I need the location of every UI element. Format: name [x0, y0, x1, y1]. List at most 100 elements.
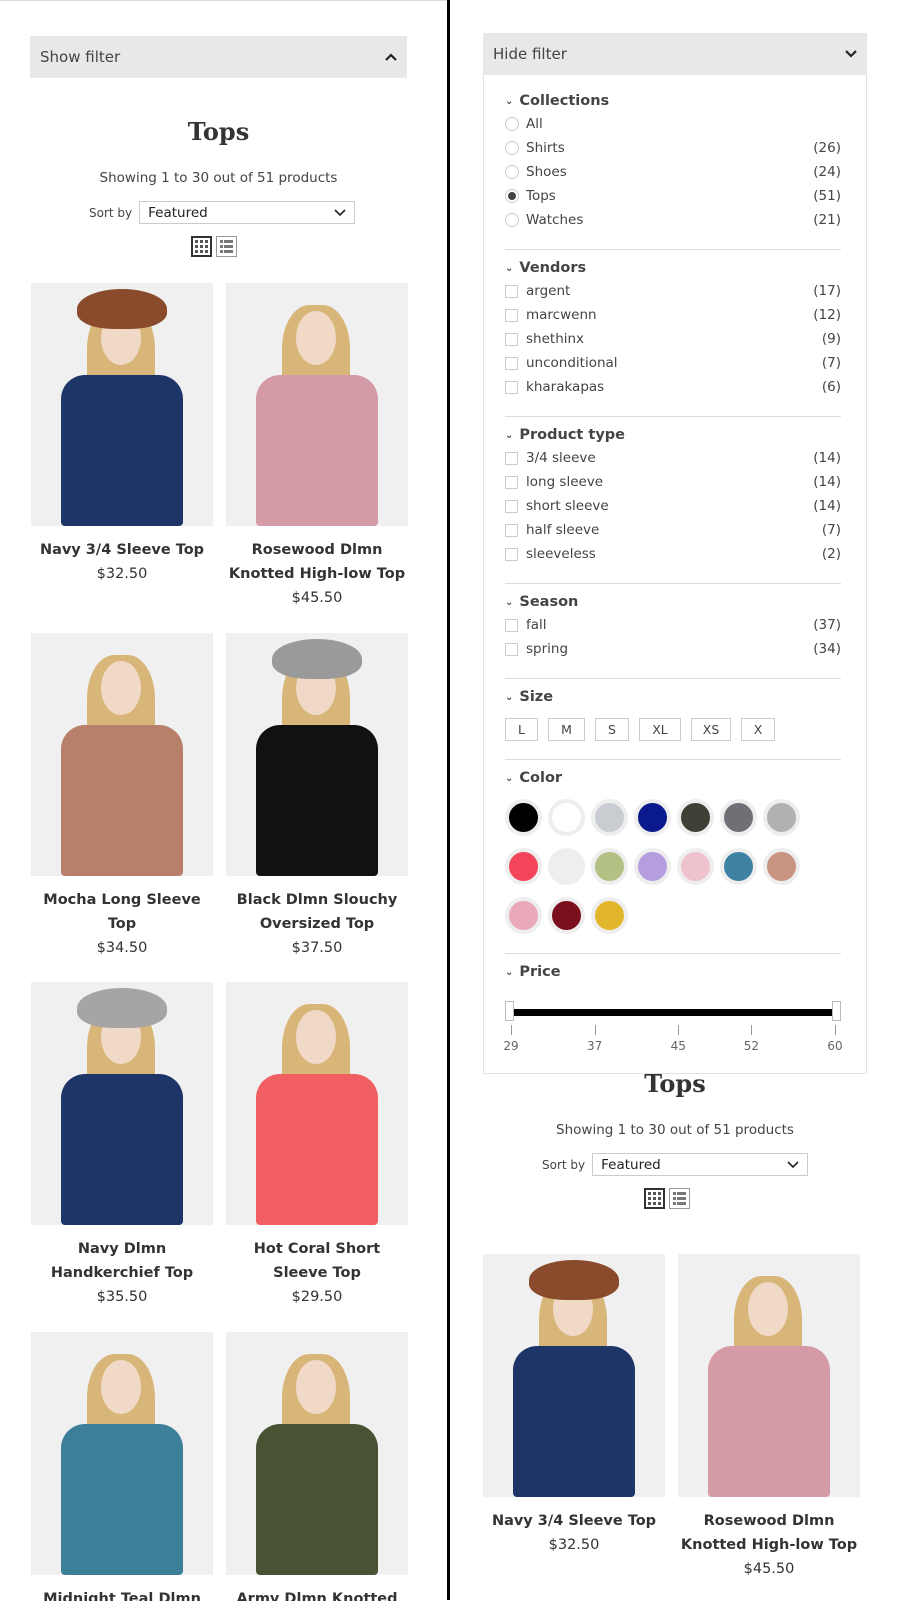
product-card[interactable]: Mocha Long Sleeve Top $34.50 — [31, 633, 213, 960]
color-swatch[interactable] — [591, 897, 628, 934]
product-name[interactable]: Hot Coral Short Sleeve Top — [226, 1237, 408, 1285]
product-card[interactable]: Navy 3/4 Sleeve Top $32.50 — [483, 1254, 665, 1557]
product-name[interactable]: Army Dlmn Knotted — [226, 1587, 408, 1601]
radio-button[interactable] — [505, 165, 519, 179]
radio-button[interactable] — [505, 117, 519, 131]
checkbox[interactable] — [505, 332, 518, 346]
product-image[interactable] — [226, 982, 408, 1225]
color-swatch[interactable] — [720, 799, 757, 836]
size-heading[interactable]: ⌄ Size — [505, 686, 841, 708]
vendor-option[interactable]: argent (17) — [505, 279, 841, 303]
price-min-handle[interactable] — [505, 1001, 514, 1021]
collection-option[interactable]: Watches (21) — [505, 208, 841, 232]
product-image[interactable] — [226, 633, 408, 876]
product-image[interactable] — [226, 1332, 408, 1575]
product-name[interactable]: Rosewood Dlmn Knotted High-low Top — [226, 538, 408, 586]
product-type-heading[interactable]: ⌄ Product type — [505, 424, 841, 446]
product-name[interactable]: Mocha Long Sleeve Top — [31, 888, 213, 936]
color-swatch[interactable] — [505, 897, 542, 934]
product-image[interactable] — [226, 283, 408, 526]
hide-filter-button[interactable]: Hide filter — [483, 33, 867, 75]
product-name[interactable]: Navy 3/4 Sleeve Top — [483, 1509, 665, 1533]
collection-option[interactable]: Shoes (24) — [505, 160, 841, 184]
color-swatch[interactable] — [763, 848, 800, 885]
color-swatch[interactable] — [505, 799, 542, 836]
product-type-option[interactable]: half sleeve (7) — [505, 518, 841, 542]
product-name[interactable]: Midnight Teal Dlmn — [31, 1587, 213, 1601]
sort-select[interactable]: Featured — [592, 1153, 809, 1176]
color-swatch[interactable] — [677, 848, 714, 885]
product-card[interactable]: Rosewood Dlmn Knotted High-low Top $45.50 — [226, 283, 408, 610]
grid-view-button[interactable] — [644, 1188, 665, 1209]
color-swatch[interactable] — [634, 848, 671, 885]
color-swatch[interactable] — [591, 799, 628, 836]
checkbox[interactable] — [505, 380, 518, 394]
radio-button[interactable] — [505, 189, 519, 203]
product-image[interactable] — [678, 1254, 860, 1497]
sort-select[interactable]: Featured — [139, 201, 356, 224]
color-heading[interactable]: ⌄ Color — [505, 767, 841, 789]
show-filter-button[interactable]: Show filter — [30, 36, 407, 78]
checkbox[interactable] — [505, 523, 518, 537]
color-swatch[interactable] — [505, 848, 542, 885]
collections-heading[interactable]: ⌄ Collections — [505, 90, 841, 112]
vendor-option[interactable]: marcwenn (12) — [505, 303, 841, 327]
checkbox[interactable] — [505, 499, 518, 513]
radio-button[interactable] — [505, 213, 519, 227]
color-swatch[interactable] — [677, 799, 714, 836]
size-option[interactable]: XL — [639, 718, 681, 741]
product-card[interactable]: Hot Coral Short Sleeve Top $29.50 — [226, 982, 408, 1309]
product-name[interactable]: Black Dlmn Slouchy Oversized Top — [226, 888, 408, 936]
checkbox[interactable] — [505, 618, 518, 632]
list-view-button[interactable] — [216, 236, 237, 257]
vendor-option[interactable]: kharakapas (6) — [505, 375, 841, 399]
product-card[interactable]: Midnight Teal Dlmn — [31, 1332, 213, 1601]
size-option[interactable]: S — [595, 718, 629, 741]
checkbox[interactable] — [505, 451, 518, 465]
color-swatch[interactable] — [548, 897, 585, 934]
color-swatch[interactable] — [548, 799, 585, 836]
product-card[interactable]: Black Dlmn Slouchy Oversized Top $37.50 — [226, 633, 408, 960]
size-option[interactable]: XS — [691, 718, 731, 741]
product-name[interactable]: Rosewood Dlmn Knotted High-low Top — [678, 1509, 860, 1557]
product-image[interactable] — [31, 1332, 213, 1575]
grid-view-button[interactable] — [191, 236, 212, 257]
color-swatch[interactable] — [763, 799, 800, 836]
product-type-option[interactable]: 3/4 sleeve (14) — [505, 446, 841, 470]
season-heading[interactable]: ⌄ Season — [505, 591, 841, 613]
vendor-option[interactable]: unconditional (7) — [505, 351, 841, 375]
product-name[interactable]: Navy 3/4 Sleeve Top — [31, 538, 213, 562]
checkbox[interactable] — [505, 642, 518, 656]
color-swatch[interactable] — [720, 848, 757, 885]
vendors-heading[interactable]: ⌄ Vendors — [505, 257, 841, 279]
product-image[interactable] — [31, 283, 213, 526]
price-max-handle[interactable] — [832, 1001, 841, 1021]
size-option[interactable]: M — [548, 718, 585, 741]
product-card[interactable]: Navy Dlmn Handkerchief Top $35.50 — [31, 982, 213, 1309]
price-heading[interactable]: ⌄ Price — [505, 961, 841, 983]
collection-option[interactable]: Tops (51) — [505, 184, 841, 208]
size-option[interactable]: L — [505, 718, 538, 741]
checkbox[interactable] — [505, 475, 518, 489]
product-image[interactable] — [31, 982, 213, 1225]
collection-option[interactable]: Shirts (26) — [505, 136, 841, 160]
size-option[interactable]: X — [741, 718, 775, 741]
product-image[interactable] — [483, 1254, 665, 1497]
checkbox[interactable] — [505, 356, 518, 370]
product-card[interactable]: Rosewood Dlmn Knotted High-low Top $45.50 — [678, 1254, 860, 1581]
collection-option[interactable]: All — [505, 112, 841, 136]
list-view-button[interactable] — [669, 1188, 690, 1209]
checkbox[interactable] — [505, 284, 518, 298]
radio-button[interactable] — [505, 141, 519, 155]
price-slider[interactable]: 29 37 45 52 60 — [503, 997, 843, 1057]
vendor-option[interactable]: shethinx (9) — [505, 327, 841, 351]
season-option[interactable]: fall (37) — [505, 613, 841, 637]
product-type-option[interactable]: short sleeve (14) — [505, 494, 841, 518]
color-swatch[interactable] — [634, 799, 671, 836]
season-option[interactable]: spring (34) — [505, 637, 841, 661]
product-name[interactable]: Navy Dlmn Handkerchief Top — [31, 1237, 213, 1285]
product-type-option[interactable]: long sleeve (14) — [505, 470, 841, 494]
color-swatch[interactable] — [548, 848, 585, 885]
product-image[interactable] — [31, 633, 213, 876]
checkbox[interactable] — [505, 547, 518, 561]
